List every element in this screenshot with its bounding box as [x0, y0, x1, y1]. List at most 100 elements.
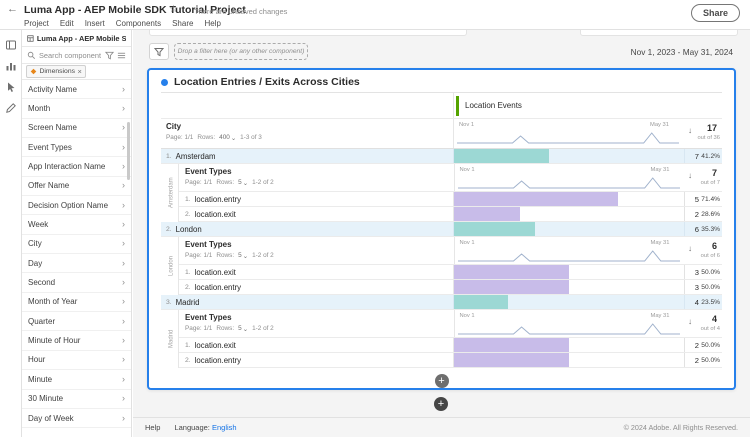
segment-drop-icon-button[interactable]: [149, 43, 169, 60]
menu-edit[interactable]: Edit: [60, 19, 74, 28]
nested-dimension-title[interactable]: Event Types: [185, 167, 454, 176]
freeform-table-panel[interactable]: Location Entries / Exits Across Cities L…: [147, 68, 736, 390]
event-name[interactable]: location.exit: [195, 341, 236, 350]
sidebar-item-city[interactable]: City ›: [22, 235, 131, 254]
annotate-pencil-icon[interactable]: [5, 102, 17, 114]
value-bar-cell[interactable]: [454, 353, 684, 367]
help-link[interactable]: Help: [145, 423, 160, 432]
sidebar-item-month-of-year[interactable]: Month of Year ›: [22, 293, 131, 312]
sidebar-item-day[interactable]: Day ›: [22, 254, 131, 273]
city-value[interactable]: 7: [684, 149, 700, 163]
menu-share[interactable]: Share: [172, 19, 193, 28]
event-value[interactable]: 5: [684, 192, 700, 206]
rows-per-page-select[interactable]: 5⌄: [238, 325, 248, 333]
pagination-controls[interactable]: Page: 1/1Rows: 5⌄ 1-2 of 2: [185, 252, 454, 260]
event-row-location-exit[interactable]: 1. location.exit 2 50.0%: [179, 338, 722, 353]
dimension-column-title[interactable]: City: [166, 122, 453, 131]
city-name[interactable]: Madrid: [176, 298, 200, 307]
event-value[interactable]: 3: [684, 265, 700, 279]
menu-project[interactable]: Project: [24, 19, 49, 28]
sidebar-item-screen-name[interactable]: Screen Name ›: [22, 119, 131, 138]
share-button[interactable]: Share: [691, 4, 740, 22]
event-row-location-exit[interactable]: 1. location.exit 3 50.0%: [179, 265, 722, 280]
event-value[interactable]: 3: [684, 280, 700, 294]
event-name[interactable]: location.exit: [195, 210, 236, 219]
event-name[interactable]: location.entry: [195, 356, 241, 365]
sidebar-item-offer-name[interactable]: Offer Name ›: [22, 177, 131, 196]
favorite-star-icon[interactable]: ☆: [169, 4, 178, 15]
sort-descending-icon[interactable]: ↓: [688, 126, 692, 135]
cursor-icon[interactable]: [5, 81, 17, 93]
sidebar-item-week[interactable]: Week ›: [22, 215, 131, 234]
sidebar-item-30-minute[interactable]: 30 Minute ›: [22, 390, 131, 409]
sidebar-item-event-types[interactable]: Event Types ›: [22, 138, 131, 157]
sidebar-item-minute-of-hour[interactable]: Minute of Hour ›: [22, 331, 131, 350]
value-bar-cell[interactable]: [454, 295, 684, 309]
value-bar-cell[interactable]: [454, 338, 684, 352]
city-row-madrid[interactable]: 3. Madrid 4 23.5%: [161, 295, 722, 310]
view-options-icon[interactable]: [117, 51, 126, 60]
pagination-controls[interactable]: Page: 1/1 Rows: 400⌄ 1-3 of 3: [166, 134, 453, 142]
add-panel-button[interactable]: +: [434, 397, 448, 411]
city-row-amsterdam[interactable]: 1. Amsterdam 7 41.2%: [161, 149, 722, 164]
panel-date-range[interactable]: Nov 1, 2023 - May 31, 2024: [631, 47, 733, 57]
add-visualization-button[interactable]: +: [435, 374, 449, 388]
close-icon[interactable]: ×: [78, 67, 82, 76]
event-value[interactable]: 2: [684, 338, 700, 352]
sidebar-item-month[interactable]: Month ›: [22, 99, 131, 118]
menu-insert[interactable]: Insert: [85, 19, 105, 28]
visualizations-icon[interactable]: [5, 60, 17, 72]
visualization-title[interactable]: Location Entries / Exits Across Cities: [174, 76, 360, 88]
city-row-london[interactable]: 2. London 6 35.3%: [161, 222, 722, 237]
filter-funnel-icon[interactable]: [105, 51, 114, 60]
event-row-location-entry[interactable]: 1. location.entry 5 71.4%: [179, 192, 722, 207]
value-bar-cell[interactable]: [454, 222, 684, 236]
event-row-location-entry[interactable]: 2. location.entry 3 50.0%: [179, 280, 722, 295]
sidebar-item-app-interaction-name[interactable]: App Interaction Name ›: [22, 157, 131, 176]
panels-icon[interactable]: [5, 39, 17, 51]
nested-dimension-title[interactable]: Event Types: [185, 313, 454, 322]
sidebar-item-minute[interactable]: Minute ›: [22, 370, 131, 389]
sort-descending-icon[interactable]: ↓: [688, 317, 692, 326]
rows-per-page-select[interactable]: 400⌄: [219, 134, 236, 142]
value-bar-cell[interactable]: [454, 192, 684, 206]
sort-descending-icon[interactable]: ↓: [688, 244, 692, 253]
sidebar-panel-header[interactable]: Luma App - AEP Mobile SDK Tu...: [22, 30, 131, 47]
sidebar-item-hour[interactable]: Hour ›: [22, 351, 131, 370]
metric-header-cell[interactable]: Location Events: [453, 93, 722, 118]
nested-dimension-title[interactable]: Event Types: [185, 240, 454, 249]
event-row-location-exit[interactable]: 2. location.exit 2 28.6%: [179, 207, 722, 222]
rows-per-page-select[interactable]: 5⌄: [238, 179, 248, 187]
city-name[interactable]: London: [176, 225, 202, 234]
city-name[interactable]: Amsterdam: [176, 152, 216, 161]
value-bar-cell[interactable]: [454, 265, 684, 279]
value-bar-cell[interactable]: [454, 207, 684, 221]
menu-help[interactable]: Help: [204, 19, 220, 28]
sidebar-item-day-of-week[interactable]: Day of Week ›: [22, 409, 131, 428]
language-link[interactable]: English: [212, 423, 237, 432]
sidebar-item-activity-name[interactable]: Activity Name ›: [22, 80, 131, 99]
value-bar-cell[interactable]: [454, 280, 684, 294]
sidebar-item-quarter[interactable]: Quarter ›: [22, 312, 131, 331]
event-value[interactable]: 2: [684, 353, 700, 367]
metric-column-label[interactable]: Location Events: [465, 93, 522, 119]
city-value[interactable]: 6: [684, 222, 700, 236]
city-value[interactable]: 4: [684, 295, 700, 309]
event-row-location-entry[interactable]: 2. location.entry 2 50.0%: [179, 353, 722, 368]
search-component-input[interactable]: Search component: [22, 47, 131, 64]
sidebar-item-decision-option-name[interactable]: Decision Option Name ›: [22, 196, 131, 215]
back-arrow-icon[interactable]: ←: [7, 3, 18, 15]
dimensions-filter-chip[interactable]: Dimensions ×: [26, 65, 86, 78]
filter-dropzone[interactable]: Drop a filter here (or any other compone…: [174, 43, 308, 60]
rows-per-page-select[interactable]: 5⌄: [238, 252, 248, 260]
pagination-controls[interactable]: Page: 1/1Rows: 5⌄ 1-2 of 2: [185, 325, 454, 333]
value-bar-cell[interactable]: [454, 149, 684, 163]
event-name[interactable]: location.entry: [195, 195, 241, 204]
sort-descending-icon[interactable]: ↓: [688, 171, 692, 180]
event-name[interactable]: location.exit: [195, 268, 236, 277]
event-name[interactable]: location.entry: [195, 283, 241, 292]
sidebar-item-second[interactable]: Second ›: [22, 273, 131, 292]
menu-components[interactable]: Components: [116, 19, 161, 28]
sidebar-scrollbar[interactable]: [127, 122, 130, 180]
event-value[interactable]: 2: [684, 207, 700, 221]
